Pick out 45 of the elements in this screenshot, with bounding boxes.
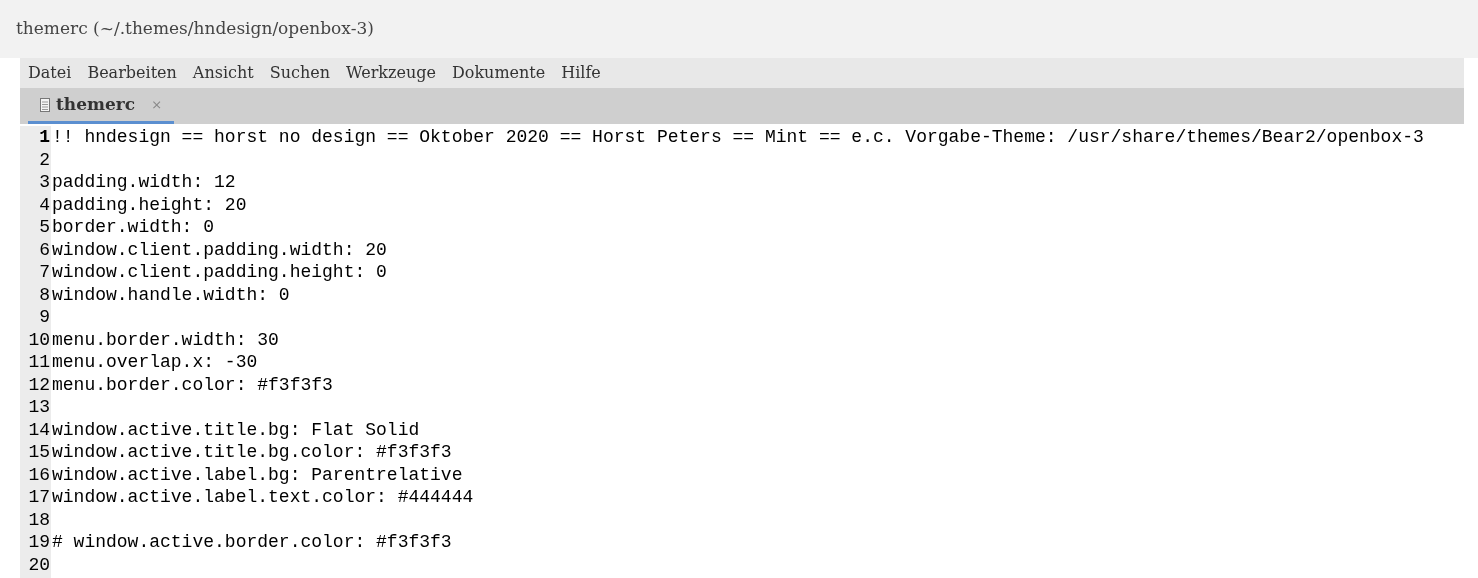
line-number: 4 xyxy=(39,193,50,216)
line-number: 5 xyxy=(39,216,50,239)
code-line: menu.border.width: 30 xyxy=(52,329,279,350)
line-number: 11 xyxy=(28,351,50,374)
menu-item[interactable]: Hilfe xyxy=(561,61,601,85)
line-number: 7 xyxy=(39,261,50,284)
line-number: 10 xyxy=(28,328,50,351)
line-number: 17 xyxy=(28,486,50,509)
line-number: 2 xyxy=(39,148,50,171)
code-line: menu.overlap.x: -30 xyxy=(52,352,258,372)
line-number: 9 xyxy=(39,306,50,329)
code-line: padding.height: 20 xyxy=(52,194,247,215)
line-number: 14 xyxy=(28,418,50,441)
line-number: 8 xyxy=(39,283,50,306)
menu-item[interactable]: Ansicht xyxy=(192,61,254,85)
code-line: window.active.label.bg: Parentrelative xyxy=(52,464,463,485)
code-line: window.client.padding.width: 20 xyxy=(52,239,387,260)
code-line: window.active.title.bg: Flat Solid xyxy=(52,419,420,440)
line-number: 16 xyxy=(28,463,50,486)
menu-item[interactable]: Dokumente xyxy=(451,61,546,85)
code-line: padding.width: 12 xyxy=(52,172,236,192)
line-number: 1 xyxy=(39,126,50,149)
code-line: border.width: 0 xyxy=(52,217,215,237)
document-icon xyxy=(40,97,50,112)
code-line: window.handle.width: 0 xyxy=(52,284,290,305)
line-number: 6 xyxy=(39,238,50,261)
code-line: window.active.label.text.color: #444444 xyxy=(52,487,474,507)
window-title: themerc (~/.themes/hndesign/openbox-3) xyxy=(16,17,374,41)
line-number: 3 xyxy=(39,171,50,194)
code-line: window.active.title.bg.color: #f3f3f3 xyxy=(52,442,452,462)
menu-item[interactable]: Werkzeuge xyxy=(346,61,436,85)
line-number: 12 xyxy=(28,373,50,396)
code-line: # window.active.border.color: #f3f3f3 xyxy=(52,532,452,552)
menu-item[interactable]: Suchen xyxy=(269,61,331,85)
code-line: !! hndesign == horst no design == Oktober 2020 == Horst Peters == Mint == e.c. Vorgabe-Theme: /usr/share/themes/Bear2/openbox-3 xyxy=(52,127,1424,147)
document-tab[interactable]: themerc × xyxy=(28,88,175,124)
menu-item[interactable]: Datei xyxy=(28,61,72,85)
line-number: 19 xyxy=(28,531,50,554)
line-number: 13 xyxy=(28,396,50,419)
code-line: window.client.padding.height: 0 xyxy=(52,262,387,282)
code-line: menu.border.color: #f3f3f3 xyxy=(52,374,333,395)
line-number: 20 xyxy=(28,553,50,576)
line-number: 18 xyxy=(28,508,50,531)
menu-item[interactable]: Bearbeiten xyxy=(87,61,177,85)
line-number: 15 xyxy=(28,441,50,464)
